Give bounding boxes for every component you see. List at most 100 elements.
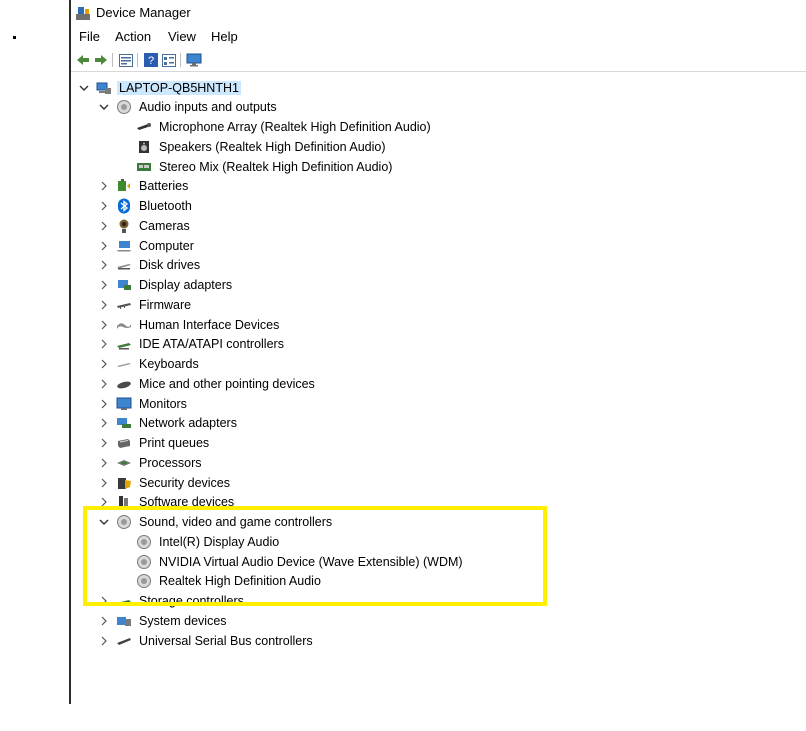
tree-device[interactable]: Speakers (Realtek High Definition Audio)	[136, 137, 388, 156]
card-icon	[136, 159, 152, 175]
chevron-right-icon[interactable]	[98, 457, 110, 469]
chevron-right-icon[interactable]	[98, 220, 110, 232]
chevron-right-icon[interactable]	[98, 279, 110, 291]
tree-category-bluetooth-label: Bluetooth	[139, 199, 192, 213]
tree-category-disk-drives-label: Disk drives	[139, 258, 201, 273]
tree-device-label: Realtek High Definition Audio	[159, 574, 321, 589]
menu-file[interactable]: File	[77, 29, 102, 44]
tree-category-computer[interactable]: Computer	[98, 236, 196, 255]
disk-icon	[116, 257, 132, 273]
chevron-right-icon[interactable]	[98, 496, 110, 508]
tree-category-human-interface-devices-label: Human Interface Devices	[139, 317, 280, 332]
mic-icon	[136, 119, 152, 135]
chevron-right-icon[interactable]	[98, 595, 110, 607]
tree-category-disk-drives[interactable]: Disk drives	[98, 256, 202, 275]
tree-device-label: Stereo Mix (Realtek High Definition Audi…	[159, 159, 393, 174]
help-icon[interactable]: ?	[143, 52, 159, 68]
tree-category-universal-serial-bus-controllers[interactable]: Universal Serial Bus controllers	[98, 631, 315, 650]
spk-icon	[136, 139, 152, 155]
chevron-right-icon[interactable]	[98, 240, 110, 252]
tree-category-batteries[interactable]: Batteries	[98, 177, 190, 196]
menu-help[interactable]: Help	[209, 29, 240, 44]
tree-category-audio-inputs-and-outputs[interactable]: Audio inputs and outputs	[98, 98, 279, 117]
chevron-right-icon[interactable]	[98, 299, 110, 311]
view-icon[interactable]	[161, 52, 177, 68]
title-bar: Device Manager	[71, 0, 806, 26]
chevron-right-icon[interactable]	[98, 615, 110, 627]
tree-device[interactable]: NVIDIA Virtual Audio Device (Wave Extens…	[136, 552, 465, 571]
toolbar-separator	[180, 53, 181, 67]
tree-category-mice-and-pointing-devices-label: Mice and other pointing devices	[139, 376, 315, 391]
tree-device[interactable]: Realtek High Definition Audio	[136, 572, 323, 591]
tree-category-sound-video-and-game-controllers[interactable]: Sound, video and game controllers	[98, 513, 334, 532]
tree-device[interactable]: Intel(R) Display Audio	[136, 532, 281, 551]
tree-category-firmware[interactable]: Firmware	[98, 295, 193, 314]
tree-category-bluetooth[interactable]: Bluetooth	[98, 197, 194, 216]
speaker-icon	[136, 554, 152, 570]
chevron-right-icon[interactable]	[98, 319, 110, 331]
toolbar-separator	[112, 53, 113, 67]
display-icon	[116, 277, 132, 293]
toolbar-separator	[137, 53, 138, 67]
tree-category-processors[interactable]: Processors	[98, 453, 204, 472]
forward-icon[interactable]	[93, 52, 109, 68]
storage-icon	[116, 593, 132, 609]
chevron-down-icon[interactable]	[78, 82, 90, 94]
menu-view[interactable]: View	[166, 29, 198, 44]
chevron-right-icon[interactable]	[98, 477, 110, 489]
window-title: Device Manager	[96, 5, 191, 20]
chevron-right-icon[interactable]	[98, 398, 110, 410]
battery-icon	[116, 178, 132, 194]
system-icon	[116, 613, 132, 629]
chevron-right-icon[interactable]	[98, 437, 110, 449]
tree-category-display-adapters[interactable]: Display adapters	[98, 276, 234, 295]
tree-category-network-adapters-label: Network adapters	[139, 416, 237, 431]
laptop-icon	[116, 238, 132, 254]
chevron-right-icon[interactable]	[98, 180, 110, 192]
back-icon[interactable]	[75, 52, 91, 68]
tree-category-human-interface-devices[interactable]: Human Interface Devices	[98, 315, 281, 334]
tree-category-audio-inputs-and-outputs-label: Audio inputs and outputs	[139, 100, 277, 115]
tree-category-software-devices[interactable]: Software devices	[98, 493, 236, 512]
tree-category-monitors-label: Monitors	[139, 396, 187, 411]
monitor-icon[interactable]	[186, 52, 202, 68]
tree-category-monitors[interactable]: Monitors	[98, 394, 189, 413]
tree-category-processors-label: Processors	[139, 455, 202, 470]
chevron-right-icon[interactable]	[98, 259, 110, 271]
chevron-right-icon[interactable]	[98, 635, 110, 647]
properties-icon[interactable]	[118, 52, 134, 68]
tree-category-system-devices[interactable]: System devices	[98, 611, 229, 630]
chevron-right-icon[interactable]	[98, 338, 110, 350]
tree-category-keyboards[interactable]: Keyboards	[98, 355, 201, 374]
mouse-icon	[116, 376, 132, 392]
keyboard-icon	[116, 356, 132, 372]
chevron-right-icon[interactable]	[98, 200, 110, 212]
bluetooth-icon	[116, 198, 132, 214]
tree-root-label: LAPTOP-QB5HNTH1	[117, 80, 241, 95]
tree-category-sound-video-and-game-controllers-label: Sound, video and game controllers	[139, 515, 333, 529]
tree-device[interactable]: Stereo Mix (Realtek High Definition Audi…	[136, 157, 394, 176]
tree-category-cameras-label: Cameras	[139, 218, 190, 233]
firmware-icon	[116, 297, 132, 313]
menu-action[interactable]: Action	[113, 29, 153, 44]
tree-category-ide-ata-atapi-controllers[interactable]: IDE ATA/ATAPI controllers	[98, 335, 286, 354]
computer-icon	[96, 80, 112, 96]
tree-category-security-devices[interactable]: Security devices	[98, 473, 232, 492]
tree-category-mice-and-pointing-devices[interactable]: Mice and other pointing devices	[98, 374, 317, 393]
tree-category-cameras[interactable]: Cameras	[98, 216, 192, 235]
chevron-right-icon[interactable]	[98, 417, 110, 429]
tree-category-storage-controllers[interactable]: Storage controllers	[98, 592, 246, 611]
tree-root[interactable]: LAPTOP-QB5HNTH1	[78, 78, 241, 97]
chevron-right-icon[interactable]	[98, 378, 110, 390]
tree-category-security-devices-label: Security devices	[139, 475, 231, 490]
tree-category-software-devices-label: Software devices	[139, 495, 235, 510]
tree-category-print-queues[interactable]: Print queues	[98, 434, 211, 453]
chevron-right-icon[interactable]	[98, 358, 110, 370]
tree-category-universal-serial-bus-controllers-label: Universal Serial Bus controllers	[139, 633, 313, 648]
tree-category-network-adapters[interactable]: Network adapters	[98, 414, 239, 433]
speaker-icon	[116, 514, 132, 530]
chevron-down-icon[interactable]	[98, 101, 110, 113]
tree-device[interactable]: Microphone Array (Realtek High Definitio…	[136, 118, 433, 137]
speaker-icon	[136, 534, 152, 550]
chevron-down-icon[interactable]	[98, 516, 110, 528]
